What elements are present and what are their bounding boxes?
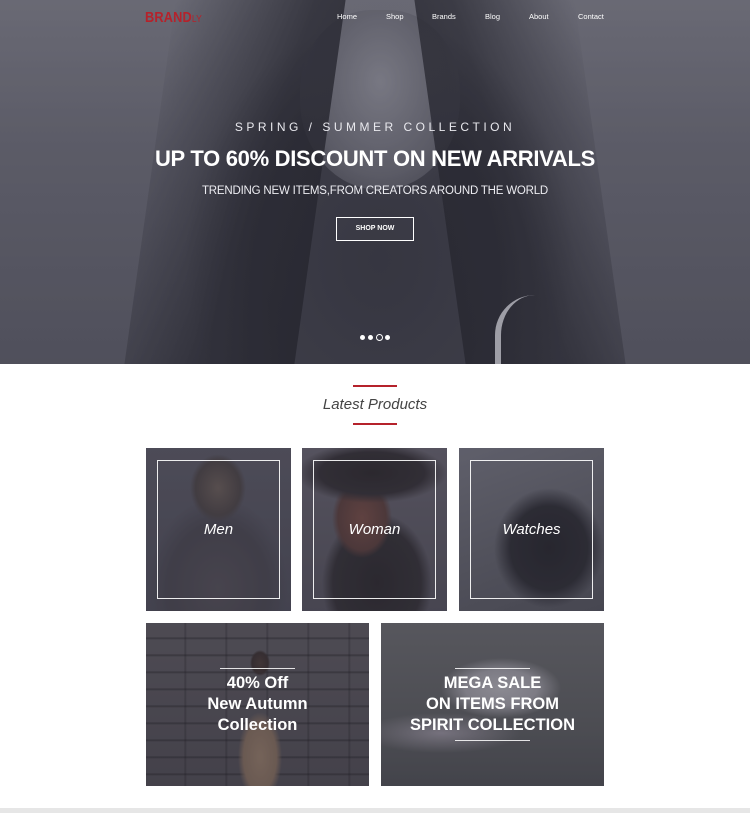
promo-divider-bottom xyxy=(455,740,530,741)
promo-text-line-1: MEGA SALE xyxy=(443,674,542,692)
brand-logo[interactable]: BRANDLY xyxy=(145,9,202,26)
promo-tile-autumn[interactable]: 40% Off New Autumn Collection xyxy=(146,623,369,786)
promo-text-line-2: New Autumn xyxy=(207,695,308,713)
promo-text-line-3: Collection xyxy=(217,716,298,734)
nav-item-contact[interactable]: Contact xyxy=(578,12,604,21)
category-tile-men[interactable]: Men xyxy=(146,448,291,611)
category-label-woman: Woman xyxy=(348,521,401,538)
promo-tile-mega-sale[interactable]: MEGA SALE ON ITEMS FROM SPIRIT COLLECTIO… xyxy=(381,623,604,786)
promo-text-line-1: 40% Off xyxy=(226,674,289,692)
section-divider-bottom xyxy=(353,423,397,425)
category-tile-watches[interactable]: Watches xyxy=(459,448,604,611)
nav-item-about[interactable]: About xyxy=(529,12,549,21)
brand-suffix: LY xyxy=(191,14,203,25)
brand-name: BRAND xyxy=(145,9,192,26)
hero-subtitle: SPRING / SUMMER COLLECTION xyxy=(234,120,516,134)
hero-overlay xyxy=(0,0,750,364)
nav-item-blog[interactable]: Blog xyxy=(485,12,500,21)
slider-dot-4[interactable] xyxy=(385,335,390,340)
slider-dot-2[interactable] xyxy=(368,335,373,340)
category-label-watches: Watches xyxy=(502,521,561,538)
nav-item-home[interactable]: Home xyxy=(337,12,357,21)
nav-item-brands[interactable]: Brands xyxy=(432,12,456,21)
footer-edge xyxy=(0,808,750,813)
nav-item-shop[interactable]: Shop xyxy=(386,12,404,21)
slider-dot-1[interactable] xyxy=(360,335,365,340)
promo-divider-top xyxy=(220,668,295,669)
hero-description: TRENDING NEW ITEMS,FROM CREATORS AROUND … xyxy=(201,185,549,197)
slider-dots xyxy=(358,334,398,342)
promo-divider-top xyxy=(455,668,530,669)
section-title: Latest Products xyxy=(322,396,428,413)
category-label-men: Men xyxy=(203,521,234,538)
hero-title: UP TO 60% DISCOUNT ON NEW ARRIVALS xyxy=(154,146,596,171)
shop-now-button[interactable]: SHOP NOW xyxy=(336,217,414,241)
top-navigation: BRANDLY Home Shop Brands Blog About Cont… xyxy=(0,0,750,34)
section-divider-top xyxy=(353,385,397,387)
slider-dot-3-active[interactable] xyxy=(376,334,383,341)
promo-text-line-2: ON ITEMS FROM xyxy=(426,695,559,713)
hero-banner: BRANDLY Home Shop Brands Blog About Cont… xyxy=(0,0,750,364)
promo-text-line-3: SPIRIT COLLECTION xyxy=(410,716,575,734)
category-tile-woman[interactable]: Woman xyxy=(302,448,447,611)
